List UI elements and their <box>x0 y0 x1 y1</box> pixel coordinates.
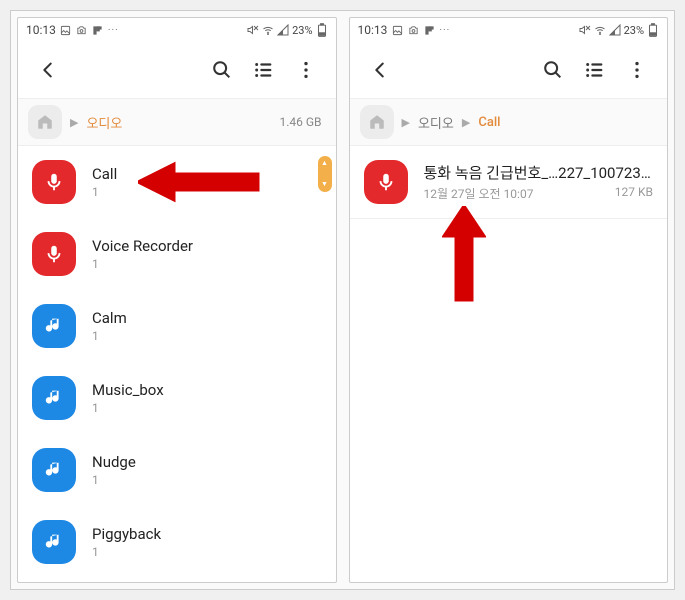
list-item-title: Nudge <box>92 453 322 471</box>
chevron-right-icon: ▶ <box>402 116 410 129</box>
list-item-title: Voice Recorder <box>92 237 322 255</box>
wifi-icon <box>262 24 274 36</box>
status-bar: 10:13 ··· <box>350 18 668 42</box>
list-item-count: 1 <box>92 545 322 559</box>
breadcrumb: ▶ 오디오 1.46 GB <box>18 98 336 146</box>
image-icon <box>391 24 403 36</box>
file-name: 통화 녹음 긴급번호_…227_100723.m4a <box>424 162 654 183</box>
folder-size: 1.46 GB <box>279 115 321 129</box>
more-status-icon: ··· <box>439 25 450 36</box>
breadcrumb-parent[interactable]: 오디오 <box>418 113 454 132</box>
breadcrumb-home[interactable] <box>360 105 394 139</box>
status-time: 10:13 <box>358 23 388 37</box>
breadcrumb: ▶ 오디오 ▶ Call <box>350 98 668 146</box>
folder-list: ▲▼ Call 1 Voice Recorder 1 <box>18 146 336 582</box>
list-item[interactable]: Music_box 1 <box>18 362 336 434</box>
annotation-arrow-up <box>442 206 486 306</box>
file-item[interactable]: 통화 녹음 긴급번호_…227_100723.m4a 12월 27일 오전 10… <box>350 146 668 219</box>
battery-text: 23% <box>292 24 312 37</box>
music-note-icon <box>32 448 76 492</box>
breadcrumb-current[interactable]: Call <box>478 115 500 130</box>
list-item-count: 1 <box>92 401 322 415</box>
file-size: 127 KB <box>615 185 653 202</box>
mute-icon <box>579 24 591 36</box>
wifi-icon <box>594 24 606 36</box>
list-item[interactable]: Shrink_ray 1 <box>18 578 336 582</box>
file-date: 12월 27일 오전 10:07 <box>424 185 534 202</box>
back-button[interactable] <box>32 54 64 86</box>
list-item-count: 1 <box>92 329 322 343</box>
breadcrumb-home[interactable] <box>28 105 62 139</box>
battery-icon <box>316 24 328 36</box>
toolbar <box>350 42 668 98</box>
battery-text: 23% <box>624 24 644 37</box>
music-note-icon <box>32 520 76 564</box>
chevron-right-icon: ▶ <box>70 116 78 129</box>
list-item[interactable]: Voice Recorder 1 <box>18 218 336 290</box>
view-toggle-button[interactable] <box>248 54 280 86</box>
mic-icon <box>32 160 76 204</box>
more-status-icon: ··· <box>108 25 119 36</box>
fast-scroll-handle[interactable]: ▲▼ <box>318 156 332 192</box>
phone-right: 10:13 ··· <box>349 17 669 583</box>
list-item-title: Piggyback <box>92 525 322 543</box>
breadcrumb-current[interactable]: 오디오 <box>86 113 122 132</box>
phone-left: 10:13 ··· <box>17 17 337 583</box>
more-button[interactable] <box>621 54 653 86</box>
file-list: 통화 녹음 긴급번호_…227_100723.m4a 12월 27일 오전 10… <box>350 146 668 582</box>
mute-icon <box>247 24 259 36</box>
list-item[interactable]: Nudge 1 <box>18 434 336 506</box>
list-item-count: 1 <box>92 473 322 487</box>
signal-icon <box>609 24 621 36</box>
signal-icon <box>277 24 289 36</box>
list-item[interactable]: Piggyback 1 <box>18 506 336 578</box>
search-button[interactable] <box>537 54 569 86</box>
status-bar: 10:13 ··· <box>18 18 336 42</box>
list-item-count: 1 <box>92 185 322 199</box>
music-note-icon <box>32 376 76 420</box>
chevron-right-icon: ▶ <box>462 116 470 129</box>
view-toggle-button[interactable] <box>579 54 611 86</box>
screenshot-pair: 10:13 ··· <box>10 10 675 590</box>
toolbar <box>18 42 336 98</box>
list-item[interactable]: Call 1 <box>18 146 336 218</box>
list-item-title: Music_box <box>92 381 322 399</box>
image-icon <box>60 24 72 36</box>
mic-icon <box>364 160 408 204</box>
music-note-icon <box>32 304 76 348</box>
list-item-title: Call <box>92 165 322 183</box>
camera-icon <box>407 24 419 36</box>
list-item[interactable]: Calm 1 <box>18 290 336 362</box>
more-button[interactable] <box>290 54 322 86</box>
battery-icon <box>647 24 659 36</box>
mic-icon <box>32 232 76 276</box>
status-time: 10:13 <box>26 23 56 37</box>
back-button[interactable] <box>364 54 396 86</box>
search-button[interactable] <box>206 54 238 86</box>
list-item-title: Calm <box>92 309 322 327</box>
list-item-count: 1 <box>92 257 322 271</box>
flipboard-icon <box>92 24 104 36</box>
camera-icon <box>76 24 88 36</box>
flipboard-icon <box>423 24 435 36</box>
